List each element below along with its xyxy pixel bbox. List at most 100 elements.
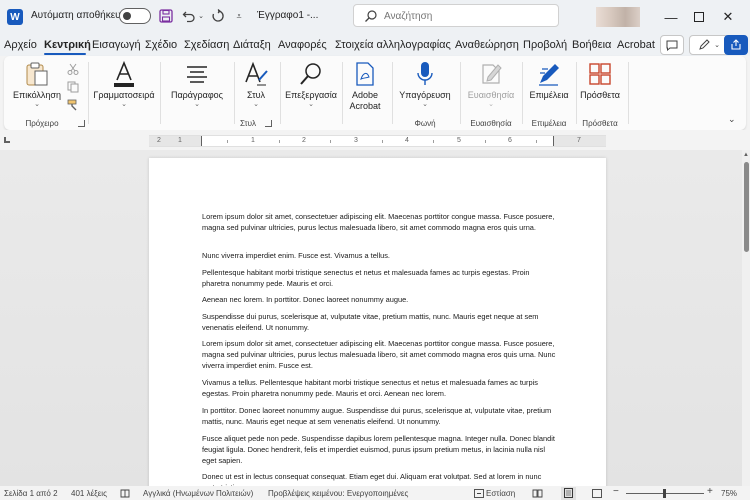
editor-group-label: Επιμέλεια bbox=[531, 119, 567, 128]
ruler-tick bbox=[330, 140, 331, 143]
divider bbox=[392, 62, 393, 124]
search-input[interactable] bbox=[384, 8, 544, 24]
tab-layout[interactable]: Διάταξη bbox=[233, 39, 271, 51]
tab-selector-icon[interactable] bbox=[4, 137, 10, 143]
paragraph[interactable]: Donec ut est in lectus consequat consequ… bbox=[202, 471, 558, 486]
read-mode-icon[interactable] bbox=[532, 489, 543, 500]
tab-references[interactable]: Αναφορές bbox=[278, 39, 327, 51]
horizontal-ruler[interactable]: 2 1 1 2 3 4 5 6 7 bbox=[149, 135, 606, 147]
account-avatar[interactable] bbox=[596, 7, 640, 27]
ruler-number: 2 bbox=[302, 137, 306, 144]
paragraph[interactable]: Fusce aliquet pede non pede. Suspendisse… bbox=[202, 433, 558, 467]
search-box[interactable] bbox=[353, 4, 559, 27]
print-layout-icon[interactable] bbox=[561, 487, 576, 500]
ruler-tick bbox=[433, 140, 434, 143]
paragraph[interactable]: In porttitor. Donec laoreet nonummy augu… bbox=[202, 405, 558, 427]
ruler-tick bbox=[227, 140, 228, 143]
customize-icon[interactable]: ⩡ bbox=[230, 7, 248, 25]
chevron-down-icon: ⌄ bbox=[194, 101, 200, 108]
minimize-icon[interactable]: — bbox=[660, 6, 682, 28]
ruler-tick bbox=[485, 140, 486, 143]
chevron-down-icon: ⌄ bbox=[34, 101, 40, 108]
clipboard-group-label: Πρόχειρο bbox=[25, 119, 59, 128]
styles-launcher-icon[interactable] bbox=[265, 120, 272, 127]
editing-mode-button[interactable]: ⌄ bbox=[689, 35, 729, 55]
text-predictions-status[interactable]: Προβλέψεις κειμένου: Ενεργοποιημένες bbox=[268, 489, 408, 498]
font-button[interactable]: Γραμματοσειρά ⌄ bbox=[92, 60, 156, 109]
ribbon: Επικόλληση ⌄ Πρόχειρο Γραμματοσειρά ⌄ Πα… bbox=[4, 56, 746, 130]
paragraph[interactable]: Lorem ipsum dolor sit amet, consectetuer… bbox=[202, 211, 558, 233]
paragraph[interactable]: Lorem ipsum dolor sit amet, consectetuer… bbox=[202, 338, 558, 372]
page-count[interactable]: Σελίδα 1 από 2 bbox=[4, 489, 58, 498]
acrobat-icon bbox=[350, 60, 380, 88]
redo-icon[interactable] bbox=[209, 7, 227, 25]
zoom-in-button[interactable]: + bbox=[707, 486, 713, 497]
editing-button[interactable]: Επεξεργασία ⌄ bbox=[282, 60, 340, 109]
share-button[interactable] bbox=[724, 35, 748, 55]
document-canvas[interactable]: Lorem ipsum dolor sit amet, consectetuer… bbox=[0, 150, 742, 486]
tab-design[interactable]: Σχεδίαση bbox=[184, 39, 229, 51]
sensitivity-button[interactable]: Ευαισθησία ⌄ bbox=[462, 60, 520, 109]
font-label: Γραμματοσειρά bbox=[93, 90, 155, 100]
right-indent-marker[interactable] bbox=[553, 136, 554, 146]
adobe-acrobat-button[interactable]: Adobe Acrobat bbox=[344, 60, 386, 112]
maximize-icon[interactable] bbox=[688, 6, 710, 28]
paragraph-button[interactable]: Παράγραφος ⌄ bbox=[166, 60, 228, 109]
tab-mailings[interactable]: Στοιχεία αλληλογραφίας bbox=[335, 39, 451, 51]
ruler-number: 4 bbox=[405, 137, 409, 144]
scroll-up-icon[interactable]: ▲ bbox=[743, 152, 749, 158]
zoom-slider-thumb[interactable] bbox=[663, 489, 666, 498]
tab-draw[interactable]: Σχέδιο bbox=[145, 39, 177, 51]
editor-icon bbox=[534, 60, 564, 88]
indent-marker[interactable] bbox=[201, 136, 202, 146]
ruler-number: 1 bbox=[178, 137, 182, 144]
autosave-toggle[interactable] bbox=[119, 8, 151, 24]
addins-button[interactable]: Πρόσθετα bbox=[578, 60, 622, 101]
dictate-button[interactable]: Υπαγόρευση ⌄ bbox=[396, 60, 454, 109]
tab-help[interactable]: Βοήθεια bbox=[572, 39, 611, 51]
sensitivity-label: Ευαισθησία bbox=[467, 90, 515, 100]
comments-button[interactable] bbox=[660, 35, 684, 55]
word-logo-icon: W bbox=[7, 9, 23, 25]
web-layout-icon[interactable] bbox=[592, 489, 602, 500]
tab-view[interactable]: Προβολή bbox=[523, 39, 567, 51]
cut-icon[interactable] bbox=[66, 62, 80, 76]
styles-button[interactable]: Στυλ ⌄ bbox=[238, 60, 274, 109]
word-count[interactable]: 401 λέξεις bbox=[71, 489, 107, 498]
active-tab-indicator bbox=[44, 53, 86, 55]
format-painter-icon[interactable] bbox=[66, 98, 80, 112]
editor-label: Επιμέλεια bbox=[529, 90, 569, 100]
language-indicator[interactable]: Αγγλικά (Ηνωμένων Πολιτειών) bbox=[143, 489, 253, 498]
voice-group-label: Φωνή bbox=[414, 119, 436, 128]
proofing-icon[interactable] bbox=[120, 489, 130, 500]
paste-button[interactable]: Επικόλληση ⌄ bbox=[12, 60, 62, 109]
tab-acrobat[interactable]: Acrobat bbox=[617, 39, 655, 51]
zoom-out-button[interactable]: − bbox=[613, 486, 619, 497]
editor-button[interactable]: Επιμέλεια bbox=[524, 60, 574, 101]
paragraph[interactable]: Suspendisse dui purus, scelerisque at, v… bbox=[202, 311, 558, 333]
document-page[interactable]: Lorem ipsum dolor sit amet, consectetuer… bbox=[149, 158, 606, 486]
copy-icon[interactable] bbox=[66, 80, 80, 94]
tab-home[interactable]: Κεντρική bbox=[44, 39, 91, 51]
paragraph[interactable]: Nunc viverra imperdiet enim. Fusce est. … bbox=[202, 250, 558, 261]
undo-dropdown-icon[interactable]: ⌄ bbox=[196, 7, 206, 25]
vertical-scrollbar[interactable]: ▲ bbox=[742, 150, 750, 486]
ruler-number: 7 bbox=[577, 137, 581, 144]
zoom-level[interactable]: 75% bbox=[721, 489, 737, 498]
clipboard-launcher-icon[interactable] bbox=[78, 120, 85, 127]
toggle-knob bbox=[123, 12, 131, 20]
close-icon[interactable]: ✕ bbox=[717, 6, 739, 28]
focus-mode-button[interactable]: Εστίαση bbox=[486, 489, 515, 498]
chevron-down-icon: ⌄ bbox=[488, 101, 494, 108]
paragraph[interactable]: Vivamus a tellus. Pellentesque habitant … bbox=[202, 377, 558, 399]
tab-review[interactable]: Αναθεώρηση bbox=[455, 39, 519, 51]
ribbon-collapse-icon[interactable]: ⌄ bbox=[728, 114, 736, 125]
paragraph[interactable]: Aenean nec lorem. In porttitor. Donec la… bbox=[202, 294, 558, 305]
tab-insert[interactable]: Εισαγωγή bbox=[92, 39, 141, 51]
autosave-label: Αυτόματη αποθήκευση bbox=[31, 10, 133, 21]
scrollbar-thumb[interactable] bbox=[744, 162, 749, 252]
paragraph[interactable]: Pellentesque habitant morbi tristique se… bbox=[202, 267, 558, 289]
tab-file[interactable]: Αρχείο bbox=[4, 39, 37, 51]
save-icon[interactable] bbox=[157, 7, 175, 25]
focus-icon[interactable] bbox=[474, 489, 484, 500]
